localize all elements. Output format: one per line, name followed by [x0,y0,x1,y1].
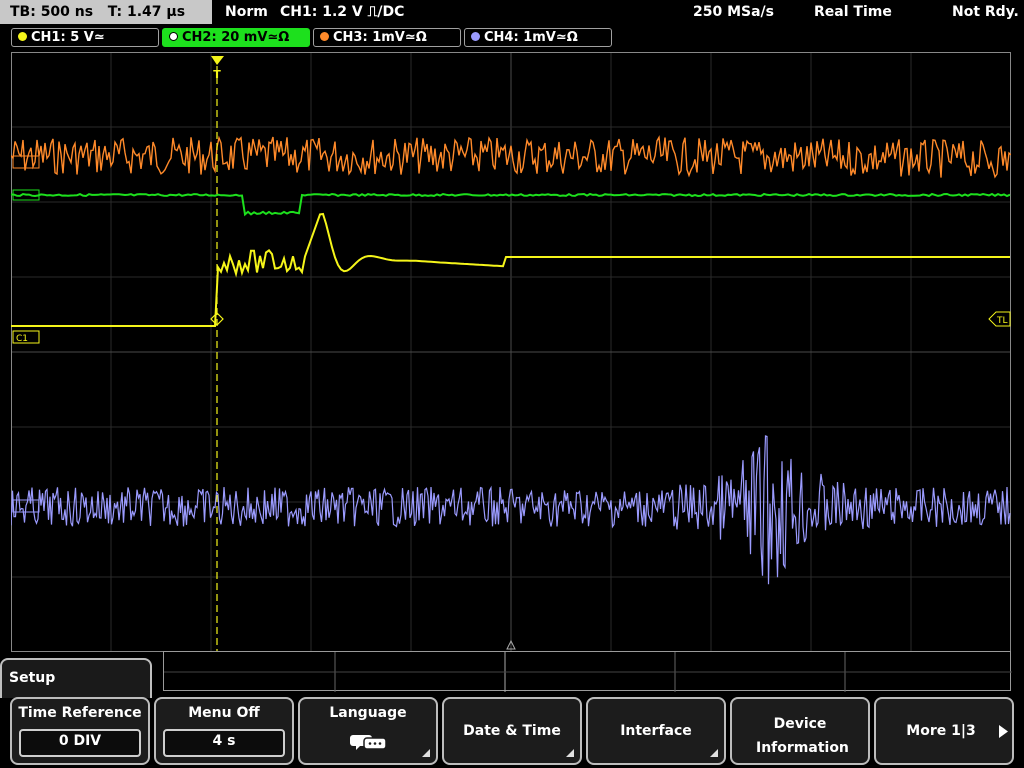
status-bar: TB: 500 ns T: 1.47 µs Norm CH1: 1.2 V ⎍/… [0,0,1024,25]
arrow-right-icon [999,725,1008,738]
submenu-corner-icon [422,749,430,757]
trigger-marker-label: T [213,68,221,81]
menu-title: Setup [9,670,56,686]
timebase-value: TB: 500 ns [10,4,94,20]
language-chat-icon [350,735,387,750]
softkey-label: More 1|3 [906,723,976,739]
channel-tab-ch3[interactable]: CH3: 1mV≃Ω [313,28,461,47]
time-reference-softkey[interactable]: Time Reference 0 DIV [10,697,150,765]
time-offset-value: T: 1.47 µs [107,4,186,20]
waveform-canvas: T C1 TL [11,52,1011,652]
softkey-label: Language [329,705,407,721]
submenu-corner-icon [710,749,718,757]
sample-rate: 250 MSa/s [693,4,775,20]
more-softkey[interactable]: More 1|3 [874,697,1014,765]
acquisition-mode: Real Time [814,4,892,20]
channel-label: CH2: 20 mV≃Ω [182,30,290,45]
softkey-label: Device Information [756,716,849,756]
time-reference-value: 0 DIV [19,729,141,757]
date-time-softkey[interactable]: Date & Time [442,697,582,765]
ch3-dot-icon [320,32,329,41]
channel-tab-ch1[interactable]: CH1: 5 V≃ [11,28,159,47]
softkey-label: Interface [620,723,692,739]
tl-marker-label: TL [996,316,1008,326]
trigger-source[interactable]: CH1: 1.2 V ⎍/DC [280,0,404,24]
softkey-label: Date & Time [463,723,561,739]
submenu-corner-icon [566,749,574,757]
channel-label: CH4: 1mV≃Ω [484,30,578,45]
language-softkey[interactable]: Language [298,697,438,765]
menu-off-value: 4 s [163,729,285,757]
device-information-softkey[interactable]: Device Information [730,697,870,765]
softkey-label: Time Reference [18,705,142,721]
channel-label: CH3: 1mV≃Ω [333,30,427,45]
ch2-dot-icon [169,32,178,41]
trigger-marker-icon [211,56,224,65]
graticule-grid [11,52,1011,652]
channel-label: CH1: 5 V≃ [31,30,105,45]
overview-strip [163,651,1012,692]
c1-marker-label: C1 [16,334,28,344]
channel-tab-ch2[interactable]: CH2: 20 mV≃Ω [162,28,310,47]
interface-softkey[interactable]: Interface [586,697,726,765]
ch4-dot-icon [471,32,480,41]
ch1-dot-icon [18,32,27,41]
trigger-mode[interactable]: Norm [225,0,268,24]
timebase-readout[interactable]: TB: 500 ns T: 1.47 µs [0,0,212,24]
trigger-status: Not Rdy. [952,4,1019,20]
menu-title-tab: Setup [0,658,152,698]
softkey-label: Menu Off [188,705,260,721]
channel-tab-ch4[interactable]: CH4: 1mV≃Ω [464,28,612,47]
menu-off-softkey[interactable]: Menu Off 4 s [154,697,294,765]
waveform-display[interactable]: T C1 TL [11,52,1011,652]
